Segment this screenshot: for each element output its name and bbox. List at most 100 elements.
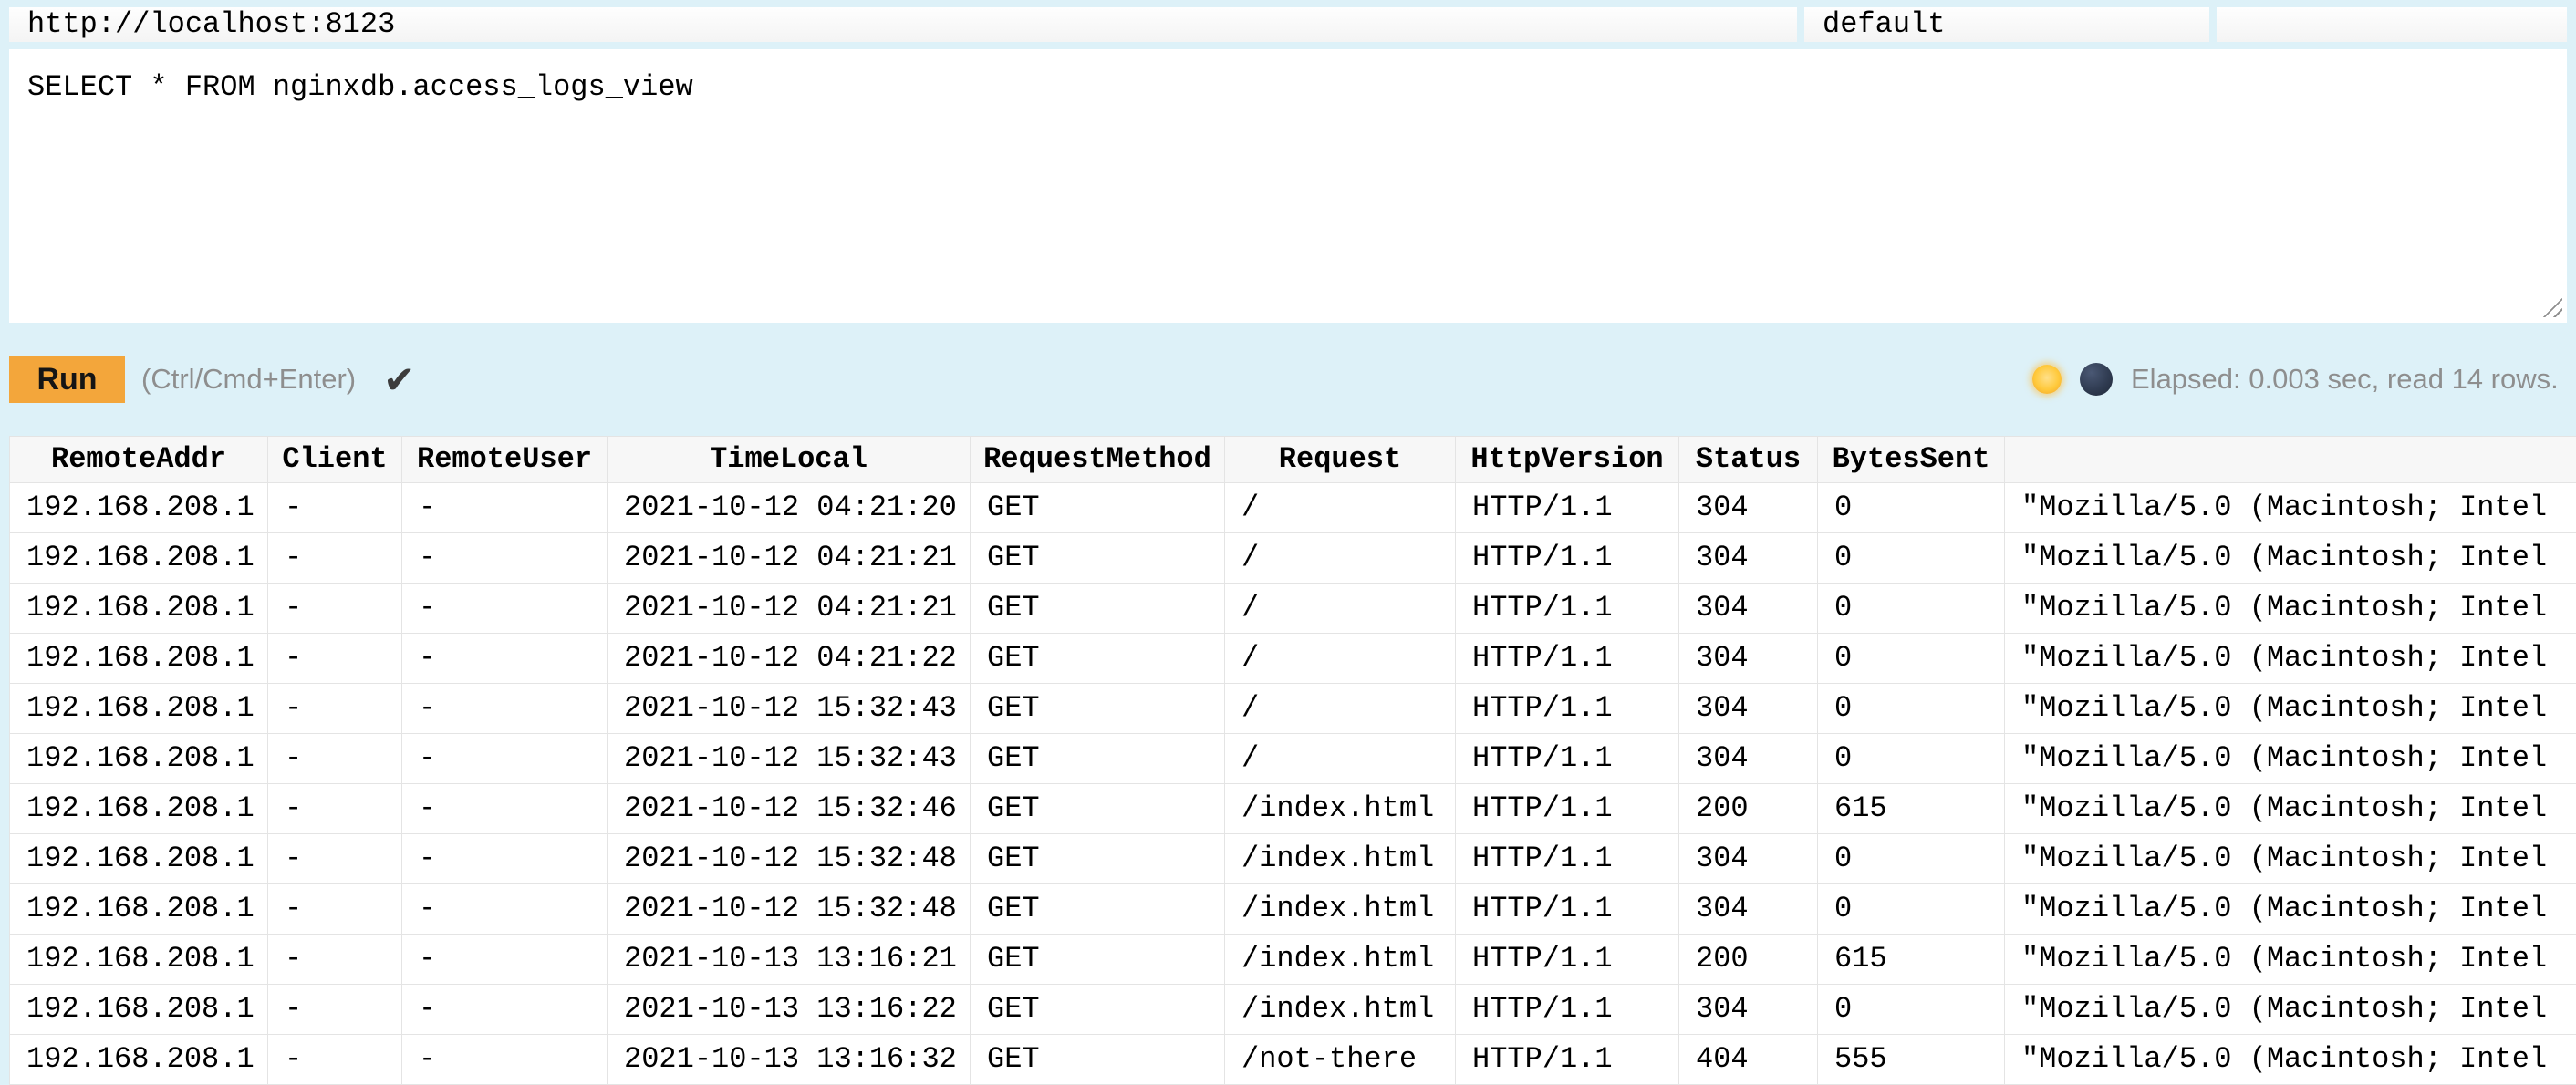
table-cell-time-local: 2021-10-12 04:21:21	[608, 584, 971, 634]
table-cell-request-method: GET	[971, 985, 1225, 1035]
table-cell-status: 304	[1679, 483, 1818, 533]
table-cell-status: 200	[1679, 784, 1818, 834]
table-cell-remote-user: -	[402, 935, 608, 985]
column-header-request-method: RequestMethod	[971, 437, 1225, 483]
table-cell-client: -	[268, 985, 402, 1035]
table-cell-bytes-sent: 0	[1818, 483, 2005, 533]
table-cell-status: 304	[1679, 684, 1818, 734]
clickhouse-play-app: SELECT * FROM nginxdb.access_logs_view R…	[0, 0, 2576, 1085]
table-cell-user-agent: "Mozilla/5.0 (Macintosh; Intel	[2005, 684, 2576, 734]
table-row: 192.168.208.1--2021-10-13 13:16:21GET/in…	[10, 935, 2576, 985]
table-cell-user-agent: "Mozilla/5.0 (Macintosh; Intel	[2005, 533, 2576, 584]
table-cell-remote-user: -	[402, 584, 608, 634]
table-cell-client: -	[268, 684, 402, 734]
table-cell-request: /	[1225, 584, 1456, 634]
table-cell-time-local: 2021-10-12 15:32:46	[608, 784, 971, 834]
table-cell-request-method: GET	[971, 1035, 1225, 1085]
column-header-http-version: HttpVersion	[1456, 437, 1679, 483]
table-cell-request-method: GET	[971, 483, 1225, 533]
table-cell-bytes-sent: 555	[1818, 1035, 2005, 1085]
table-cell-request: /index.html	[1225, 884, 1456, 935]
results-area: RemoteAddrClientRemoteUserTimeLocalReque…	[9, 436, 2576, 1085]
table-cell-bytes-sent: 0	[1818, 884, 2005, 935]
results-table: RemoteAddrClientRemoteUserTimeLocalReque…	[9, 436, 2576, 1085]
shortcut-hint: (Ctrl/Cmd+Enter)	[141, 363, 356, 396]
table-row: 192.168.208.1--2021-10-12 04:21:21GET/HT…	[10, 584, 2576, 634]
table-cell-remote-addr: 192.168.208.1	[10, 985, 268, 1035]
table-cell-status: 404	[1679, 1035, 1818, 1085]
table-cell-http-version: HTTP/1.1	[1456, 483, 1679, 533]
table-cell-http-version: HTTP/1.1	[1456, 985, 1679, 1035]
table-body: 192.168.208.1--2021-10-12 04:21:20GET/HT…	[10, 483, 2576, 1085]
table-cell-http-version: HTTP/1.1	[1456, 834, 1679, 884]
table-cell-remote-user: -	[402, 1035, 608, 1085]
table-row: 192.168.208.1--2021-10-12 04:21:20GET/HT…	[10, 483, 2576, 533]
password-input[interactable]	[2217, 7, 2567, 42]
table-cell-time-local: 2021-10-12 15:32:48	[608, 884, 971, 935]
table-cell-user-agent: "Mozilla/5.0 (Macintosh; Intel	[2005, 584, 2576, 634]
table-cell-request: /	[1225, 533, 1456, 584]
table-cell-request-method: GET	[971, 834, 1225, 884]
table-cell-user-agent: "Mozilla/5.0 (Macintosh; Intel	[2005, 634, 2576, 684]
table-cell-remote-addr: 192.168.208.1	[10, 634, 268, 684]
table-cell-remote-user: -	[402, 483, 608, 533]
table-row: 192.168.208.1--2021-10-12 15:32:46GET/in…	[10, 784, 2576, 834]
table-cell-client: -	[268, 584, 402, 634]
table-cell-remote-addr: 192.168.208.1	[10, 684, 268, 734]
table-cell-status: 304	[1679, 584, 1818, 634]
table-row: 192.168.208.1--2021-10-12 04:21:21GET/HT…	[10, 533, 2576, 584]
table-cell-client: -	[268, 734, 402, 784]
table-cell-user-agent: "Mozilla/5.0 (Macintosh; Intel	[2005, 834, 2576, 884]
url-input[interactable]	[9, 7, 1797, 42]
column-header-client: Client	[268, 437, 402, 483]
table-cell-request: /	[1225, 684, 1456, 734]
table-cell-http-version: HTTP/1.1	[1456, 584, 1679, 634]
table-cell-user-agent: "Mozilla/5.0 (Macintosh; Intel	[2005, 1035, 2576, 1085]
table-row: 192.168.208.1--2021-10-12 04:21:22GET/HT…	[10, 634, 2576, 684]
table-cell-status: 304	[1679, 533, 1818, 584]
table-cell-request: /	[1225, 734, 1456, 784]
table-cell-http-version: HTTP/1.1	[1456, 634, 1679, 684]
table-cell-bytes-sent: 0	[1818, 834, 2005, 884]
table-cell-time-local: 2021-10-12 04:21:20	[608, 483, 971, 533]
table-cell-remote-addr: 192.168.208.1	[10, 834, 268, 884]
table-cell-http-version: HTTP/1.1	[1456, 884, 1679, 935]
table-cell-status: 304	[1679, 985, 1818, 1035]
table-cell-user-agent: "Mozilla/5.0 (Macintosh; Intel	[2005, 734, 2576, 784]
run-button[interactable]: Run	[9, 356, 125, 403]
table-cell-remote-user: -	[402, 684, 608, 734]
column-header-user-agent	[2005, 437, 2576, 483]
moon-dark-theme-icon[interactable]	[2080, 363, 2113, 396]
table-cell-remote-addr: 192.168.208.1	[10, 784, 268, 834]
table-cell-request: /index.html	[1225, 985, 1456, 1035]
table-cell-bytes-sent: 0	[1818, 734, 2005, 784]
query-stats-text: Elapsed: 0.003 sec, read 14 rows.	[2131, 363, 2559, 396]
table-cell-status: 304	[1679, 634, 1818, 684]
table-cell-request-method: GET	[971, 684, 1225, 734]
table-cell-time-local: 2021-10-12 15:32:43	[608, 684, 971, 734]
table-cell-request-method: GET	[971, 784, 1225, 834]
table-cell-bytes-sent: 615	[1818, 784, 2005, 834]
table-cell-remote-addr: 192.168.208.1	[10, 935, 268, 985]
table-cell-http-version: HTTP/1.1	[1456, 734, 1679, 784]
table-cell-client: -	[268, 884, 402, 935]
table-cell-request-method: GET	[971, 533, 1225, 584]
table-cell-client: -	[268, 935, 402, 985]
table-cell-remote-user: -	[402, 884, 608, 935]
table-cell-remote-addr: 192.168.208.1	[10, 584, 268, 634]
table-cell-request-method: GET	[971, 935, 1225, 985]
table-cell-client: -	[268, 784, 402, 834]
query-textarea[interactable]: SELECT * FROM nginxdb.access_logs_view	[9, 49, 2567, 323]
table-row: 192.168.208.1--2021-10-13 13:16:22GET/in…	[10, 985, 2576, 1035]
column-header-request: Request	[1225, 437, 1456, 483]
user-input[interactable]	[1804, 7, 2209, 42]
table-cell-client: -	[268, 634, 402, 684]
sun-light-theme-icon[interactable]	[2032, 365, 2062, 394]
table-cell-request: /index.html	[1225, 834, 1456, 884]
table-cell-time-local: 2021-10-13 13:16:32	[608, 1035, 971, 1085]
table-cell-http-version: HTTP/1.1	[1456, 1035, 1679, 1085]
table-cell-bytes-sent: 0	[1818, 634, 2005, 684]
table-header: RemoteAddrClientRemoteUserTimeLocalReque…	[10, 437, 2576, 483]
column-header-time-local: TimeLocal	[608, 437, 971, 483]
table-cell-time-local: 2021-10-12 04:21:21	[608, 533, 971, 584]
